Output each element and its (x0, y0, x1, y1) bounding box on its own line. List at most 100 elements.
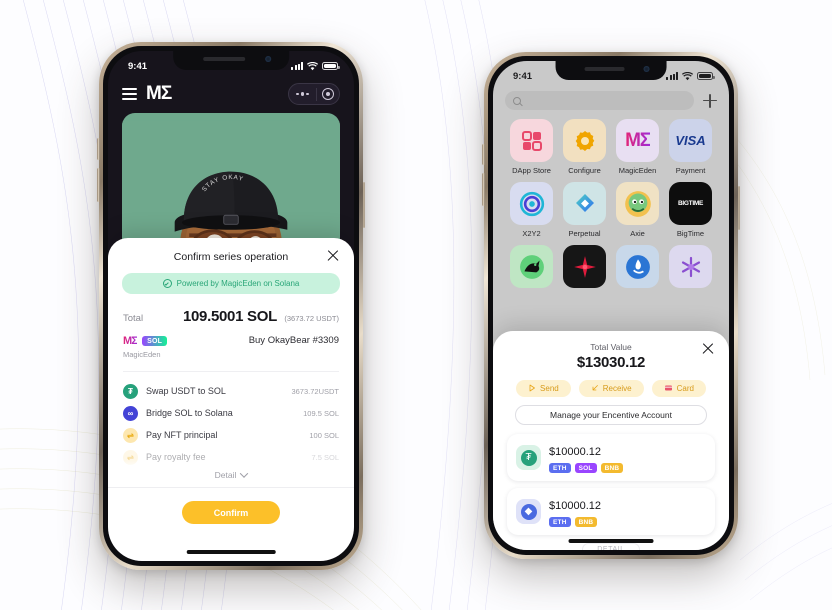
app-item[interactable] (664, 245, 717, 288)
target-icon[interactable] (317, 88, 339, 100)
app-item[interactable] (505, 245, 558, 288)
total-label: Total (123, 313, 144, 324)
wallet-action-send-button[interactable]: Send (516, 380, 571, 397)
phone1-screen: 9:41 MΣ STAY OKAY Confirm series operati… (108, 51, 354, 561)
battery-icon (697, 72, 715, 80)
detail-button[interactable]: DETAIL (582, 543, 640, 550)
power-button[interactable] (737, 186, 740, 230)
powered-by-text: Powered by MagicEden on Solana (176, 279, 300, 288)
status-time: 9:41 (128, 60, 148, 72)
cat-icon (510, 245, 553, 288)
gear-icon (563, 119, 606, 162)
hamburger-menu-icon[interactable] (122, 88, 137, 100)
powered-by-banner: Powered by MagicEden on Solana (122, 273, 340, 294)
asset-card[interactable]: ₮ $10000.12 ETH SOL BNB (507, 434, 715, 481)
wallet-action-card-button[interactable]: Card (651, 380, 706, 397)
operation-step: ₮ Swap USDT to SOL 3673.72USDT (123, 380, 339, 402)
usdt-icon: ₮ (123, 383, 138, 399)
volume-down-button[interactable] (482, 173, 485, 206)
search-input[interactable] (526, 96, 686, 105)
shield-check-icon (162, 279, 172, 288)
close-icon[interactable] (326, 249, 340, 263)
merchant-name: MagicEden (123, 350, 161, 359)
chain-chip-sol: SOL (574, 463, 597, 473)
visa-icon: VISA (669, 119, 712, 162)
earpiece-speaker (584, 67, 625, 71)
dapp-store-icon (510, 119, 553, 162)
home-indicator[interactable] (568, 539, 654, 543)
operation-steps-list: ₮ Swap USDT to SOL 3673.72USDT ∞ Bridge SOL … (108, 372, 354, 468)
app-label: X2Y2 (522, 229, 541, 238)
asset-card[interactable]: ◆ $10000.12 ETH BNB (507, 488, 715, 535)
power-button[interactable] (362, 182, 365, 228)
app-item-perpetual[interactable]: Perpetual (558, 182, 611, 238)
total-fiat: (3673.72 USDT) (284, 314, 339, 323)
manage-account-button[interactable]: Manage your Encentive Account (515, 405, 707, 425)
total-value-label: Total Value (590, 342, 632, 352)
chain-chip-eth: ETH (549, 463, 571, 473)
earpiece-speaker (203, 57, 245, 61)
merchant-logo: MΣ (123, 335, 138, 347)
total-row: Total 109.5001 SOL (3673.72 USDT) (108, 294, 354, 326)
wallet-action-receive-button[interactable]: Receive (578, 380, 644, 397)
header-actions-pill (288, 83, 340, 105)
asset-amount: $10000.12 (549, 500, 601, 512)
operation-step: ⇌ Pay NFT principal 100 SOL (123, 424, 339, 446)
chain-chip-bnb: BNB (574, 517, 598, 527)
app-item-bigtime[interactable]: BIGTIME BigTime (664, 182, 717, 238)
asset-amount: $10000.12 (549, 446, 601, 458)
close-icon[interactable] (701, 342, 715, 356)
star-icon (563, 245, 606, 288)
total-value: 109.5001 SOL (182, 308, 277, 325)
operation-step: ∞ Bridge SOL to Solana 109.5 SOL (123, 402, 339, 424)
perpetual-icon (563, 182, 606, 225)
step-label: Pay NFT principal (146, 430, 218, 440)
app-grid: DApp Store Configure MΣ MagicEden VISA Paymen… (505, 119, 717, 288)
bigtime-icon: BIGTIME (669, 182, 712, 225)
app-item-dapp-store[interactable]: DApp Store (505, 119, 558, 175)
app-label: Axie (630, 229, 645, 238)
app-item-axie[interactable]: Axie (611, 182, 664, 238)
volume-up-button[interactable] (97, 138, 100, 160)
notch (173, 51, 289, 70)
status-time: 9:41 (513, 70, 533, 82)
usdt-icon: ₮ (516, 445, 541, 470)
app-item[interactable] (611, 245, 664, 288)
step-amount: 3673.72USDT (291, 386, 339, 396)
action-label: Send (540, 384, 559, 393)
search-box[interactable] (505, 91, 694, 110)
app-item-payment[interactable]: VISA Payment (664, 119, 717, 175)
merchant-row: MΣ SOL MagicEden Buy OkayBear #3309 (108, 326, 354, 359)
detail-toggle[interactable]: Detail (108, 469, 354, 487)
confirm-operation-sheet: Confirm series operation Powered by Magi… (108, 238, 354, 561)
magiceden-icon: MΣ (616, 119, 659, 162)
volume-down-button[interactable] (97, 168, 100, 202)
more-dots-icon[interactable] (289, 92, 316, 96)
x2y2-icon (510, 182, 553, 225)
notch (555, 61, 667, 80)
cellular-bars-icon (291, 62, 303, 70)
front-camera (643, 66, 650, 72)
app-label: Perpetual (568, 229, 601, 238)
step-label: Bridge SOL to Solana (146, 408, 233, 418)
phone-magiceden: 9:41 MΣ STAY OKAY Confirm series operati… (97, 42, 365, 570)
snowflake-icon (669, 245, 712, 288)
volume-up-button[interactable] (482, 144, 485, 165)
phone-wallet: 9:41 DApp Store Configure MΣ MagicEden V… (482, 52, 740, 559)
wallet-sheet: Total Value $13030.12 Send Receive Card Ma… (493, 331, 729, 550)
detail-label: Detail (214, 470, 237, 480)
app-item-magiceden[interactable]: MΣ MagicEden (611, 119, 664, 175)
confirm-button[interactable]: Confirm (182, 501, 280, 524)
flame-icon (616, 245, 659, 288)
app-label: BigTime (676, 229, 705, 238)
chevron-down-icon (240, 469, 249, 478)
magiceden-header: MΣ (108, 77, 354, 111)
home-indicator[interactable] (186, 550, 276, 554)
magiceden-logo: MΣ (146, 83, 172, 104)
action-label: Card (676, 384, 694, 393)
app-item-x2y2[interactable]: X2Y2 (505, 182, 558, 238)
receive-icon (591, 384, 599, 394)
app-item[interactable] (558, 245, 611, 288)
plus-icon[interactable] (703, 93, 717, 108)
app-item-configure[interactable]: Configure (558, 119, 611, 175)
